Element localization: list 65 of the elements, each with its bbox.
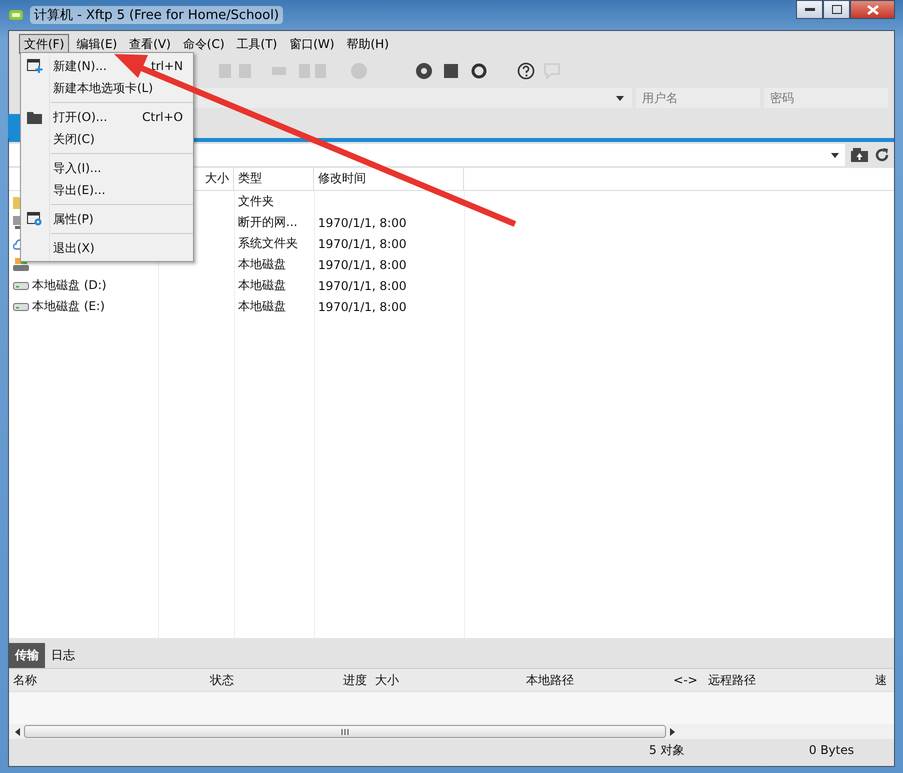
- menu-item[interactable]: 查看(V): [124, 34, 176, 54]
- horizontal-scrollbar[interactable]: [9, 724, 894, 739]
- drive-icon: [13, 302, 29, 312]
- menu-item[interactable]: 帮助(H): [341, 34, 394, 54]
- help-icon[interactable]: [517, 62, 535, 80]
- drive-icon: [13, 280, 29, 290]
- menu-item[interactable]: 编辑(E): [71, 34, 122, 54]
- cloud-icon: [13, 238, 20, 250]
- menu-entry[interactable]: 属性(P): [21, 208, 193, 230]
- modified-time: 1970/1/1, 8:00: [317, 216, 408, 230]
- grip-icon[interactable]: [341, 728, 349, 734]
- column-header[interactable]: 名称: [9, 672, 206, 688]
- modified-time: 1970/1/1, 8:00: [317, 236, 408, 250]
- menu-item[interactable]: 命令(C): [178, 34, 230, 54]
- modified-time: 1970/1/1, 8:00: [317, 258, 408, 272]
- column-header[interactable]: 类型: [234, 168, 314, 190]
- app-icon: [8, 8, 24, 22]
- file-type: 本地磁盘: [237, 298, 287, 315]
- open-folder-icon: [27, 110, 43, 124]
- scroll-right-icon[interactable]: [670, 728, 675, 736]
- file-type: 系统文件夹: [237, 235, 299, 252]
- panel-tab[interactable]: 日志: [45, 643, 81, 668]
- modified-time: 1970/1/1, 8:00: [317, 278, 408, 292]
- new-window-icon: [27, 59, 43, 73]
- menu-item[interactable]: 工具(T): [232, 34, 282, 54]
- column-header[interactable]: 速: [871, 672, 894, 688]
- file-type: 文件夹: [237, 193, 275, 210]
- file-type: 本地磁盘: [237, 256, 287, 273]
- menu-entry[interactable]: 退出(X): [21, 237, 193, 259]
- caret-icon[interactable]: [616, 96, 624, 100]
- refresh-icon[interactable]: [874, 147, 890, 163]
- username-field[interactable]: 用户名: [636, 88, 760, 108]
- column-header[interactable]: 状态: [206, 672, 299, 688]
- menu-entry[interactable]: 新建本地选项卡(L): [21, 77, 193, 99]
- minimize-button[interactable]: [796, 0, 823, 19]
- scroll-left-icon[interactable]: [15, 728, 20, 736]
- close-button[interactable]: [850, 0, 895, 19]
- file-type: 本地磁盘: [237, 277, 287, 294]
- panel-tab[interactable]: 传输: [9, 643, 45, 668]
- file-type: 断开的网...: [237, 214, 298, 231]
- object-count: 5 对象: [649, 742, 684, 758]
- column-header[interactable]: 大小: [371, 672, 522, 688]
- properties-icon: [27, 212, 43, 226]
- password-field[interactable]: 密码: [764, 88, 888, 108]
- menu-item[interactable]: 文件(F): [19, 34, 70, 54]
- menu-entry[interactable]: 关闭(C): [21, 128, 193, 150]
- file-name: 本地磁盘 (D:): [32, 277, 106, 294]
- close-icon: [866, 4, 878, 14]
- column-header[interactable]: 进度: [299, 672, 371, 688]
- column-header[interactable]: 本地路径: [522, 672, 667, 688]
- menu-entry[interactable]: 新建(N)... trl+N: [21, 55, 193, 77]
- menu-entry[interactable]: 打开(O)... Ctrl+O: [21, 106, 193, 128]
- caret-icon[interactable]: [831, 152, 839, 158]
- maximize-icon: [832, 5, 842, 14]
- column-header[interactable]: <->: [667, 673, 704, 687]
- total-size: 0 Bytes: [808, 743, 854, 757]
- column-header[interactable]: 修改时间: [314, 168, 464, 190]
- folder-up-icon[interactable]: [851, 148, 868, 162]
- minimize-icon: [804, 8, 814, 11]
- file-name: 本地磁盘 (E:): [32, 298, 105, 315]
- maximize-button[interactable]: [823, 0, 850, 19]
- window-title: 计算机 - Xftp 5 (Free for Home/School): [30, 6, 283, 24]
- menu-item[interactable]: 窗口(W): [284, 34, 340, 54]
- modified-time: 1970/1/1, 8:00: [317, 300, 408, 314]
- column-header[interactable]: 远程路径: [704, 672, 871, 688]
